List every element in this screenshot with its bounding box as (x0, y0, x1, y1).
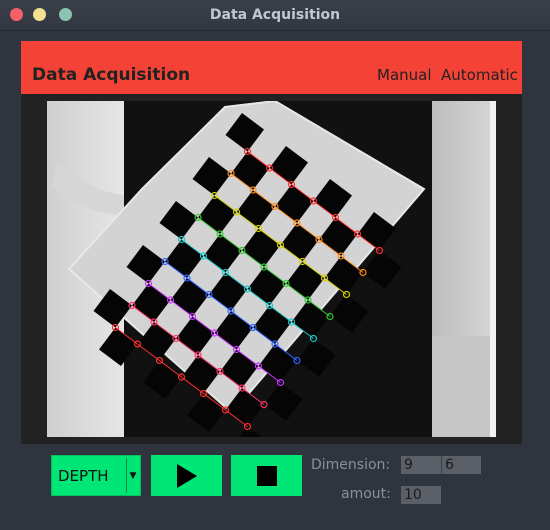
play-button[interactable] (151, 455, 222, 496)
page-title: Data Acquisition (32, 65, 191, 85)
depth-image-view (21, 94, 522, 444)
nav-manual[interactable]: Manual (377, 66, 432, 84)
dimension-label: Dimension: (311, 457, 391, 473)
chevron-down-icon[interactable]: ▼ (126, 458, 139, 493)
mode-select[interactable]: DEPTH ▼ (51, 455, 141, 496)
app-header: Data Acquisition Manual Automatic (21, 41, 522, 94)
window-title: Data Acquisition (209, 7, 341, 23)
amount-label: amout: (341, 486, 391, 502)
play-icon (176, 463, 197, 488)
dimension-cols-input[interactable]: 9 (401, 456, 441, 474)
window-titlebar: Data Acquisition (0, 0, 550, 31)
amount-input[interactable]: 10 (401, 486, 441, 504)
stop-button[interactable] (231, 455, 302, 496)
dimension-rows-input[interactable]: 6 (441, 456, 481, 474)
depth-image (47, 101, 496, 437)
mode-select-value: DEPTH (58, 467, 109, 485)
stop-icon (256, 465, 277, 486)
nav-automatic[interactable]: Automatic (441, 66, 518, 84)
